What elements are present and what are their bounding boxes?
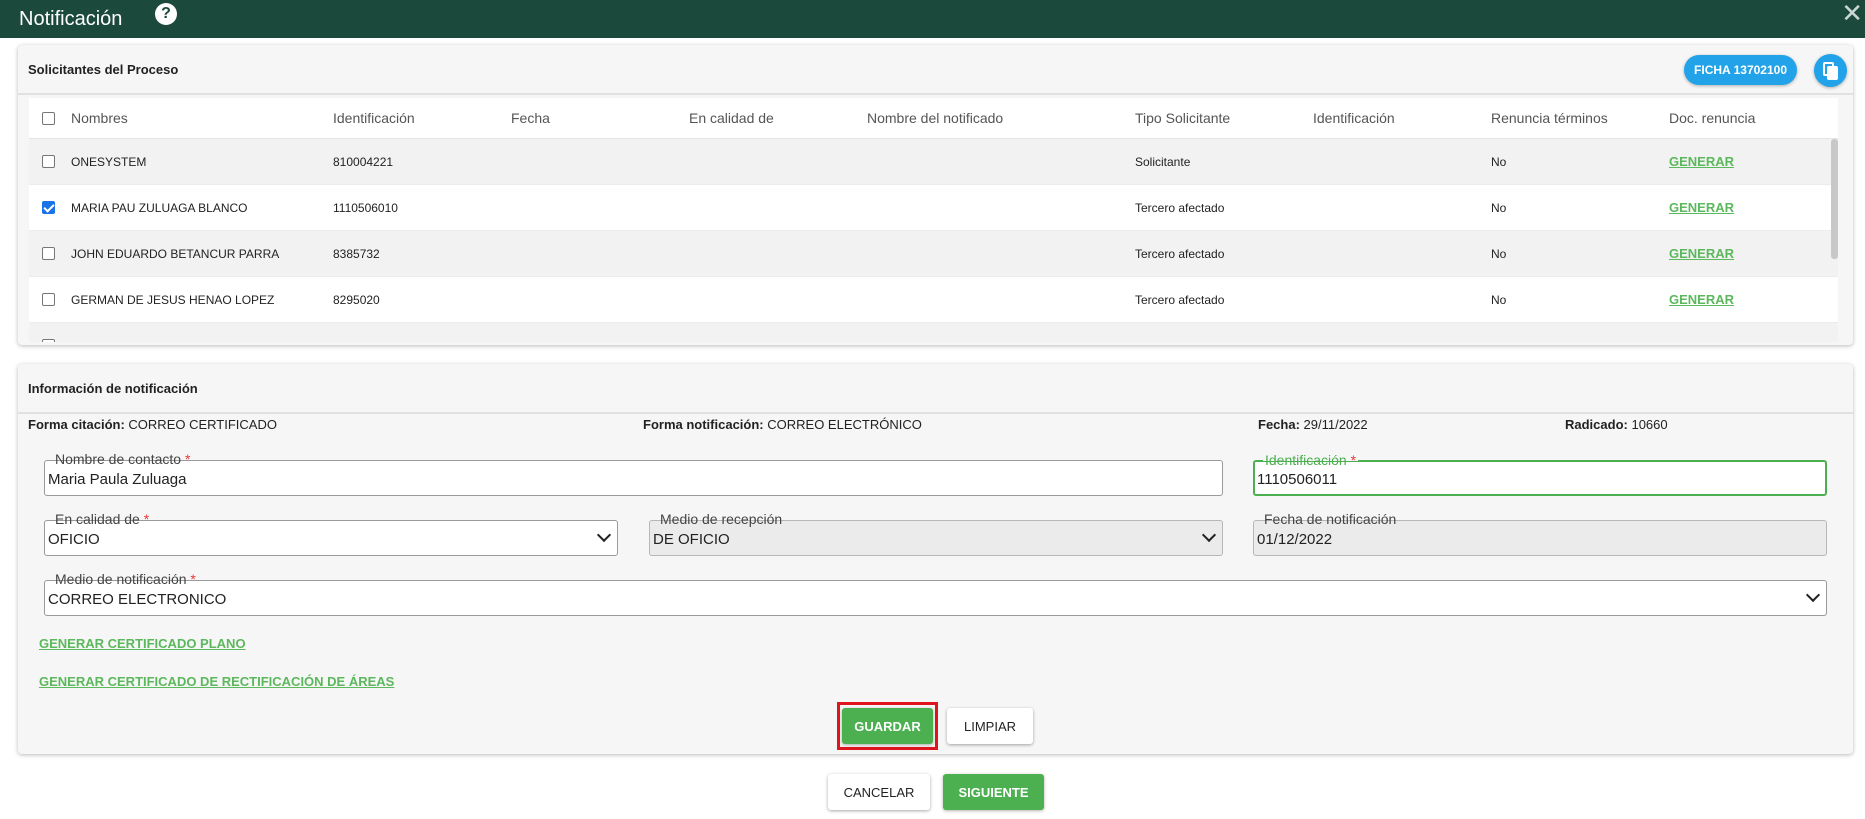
forma-citacion: Forma citación: CORREO CERTIFICADO — [28, 417, 277, 432]
table-row[interactable]: MARIA PAU ZULUAGA BLANCO 1110506010 Terc… — [29, 185, 1838, 231]
identificacion-field[interactable]: Identificación * 1110506011 — [1253, 452, 1827, 496]
cell-nombre: JOHN EDUARDO BETANCUR PARRA — [71, 246, 280, 261]
siguiente-button[interactable]: SIGUIENTE — [943, 774, 1044, 810]
help-icon[interactable]: ? — [155, 3, 177, 25]
generar-link[interactable]: GENERAR — [1669, 292, 1734, 307]
table-row-partial[interactable] — [29, 323, 1838, 342]
column-header-tipo[interactable]: Tipo Solicitante — [1135, 110, 1313, 126]
solicitantes-panel: Solicitantes del Proceso FICHA 13702100 … — [18, 45, 1853, 345]
cell-nombre: MARIA PAU ZULUAGA BLANCO — [71, 200, 248, 215]
forma-notificacion: Forma notificación: CORREO ELECTRÓNICO — [643, 417, 922, 432]
cell-tipo: Tercero afectado — [1135, 292, 1225, 307]
row-checkbox[interactable] — [41, 339, 55, 342]
cell-identificacion: 8295020 — [333, 292, 380, 307]
nombre-contacto-field[interactable]: Nombre de contacto * Maria Paula Zuluaga — [44, 451, 1223, 496]
dialog-title: Notificación — [19, 7, 123, 30]
cell-tipo: Solicitante — [1135, 154, 1191, 169]
column-header-calidad[interactable]: En calidad de — [689, 110, 867, 126]
cell-nombre: GERMAN DE JESUS HENAO LOPEZ — [71, 292, 275, 307]
fecha-info: Fecha: 29/11/2022 — [1258, 417, 1368, 432]
row-checkbox[interactable] — [41, 201, 55, 214]
column-header-notificado[interactable]: Nombre del notificado — [867, 110, 1135, 126]
generar-link[interactable]: GENERAR — [1669, 154, 1734, 169]
column-header-identificacion[interactable]: Identificación — [333, 110, 511, 126]
guardar-button[interactable]: GUARDAR — [842, 708, 933, 744]
generar-certificado-plano-link[interactable]: GENERAR CERTIFICADO PLANO — [39, 636, 246, 651]
cell-identificacion: 1110506010 — [333, 200, 398, 215]
cell-renuncia: No — [1491, 200, 1507, 215]
solicitantes-table: Nombres Identificación Fecha En calidad … — [29, 98, 1838, 342]
radicado-info: Radicado: 10660 — [1565, 417, 1668, 432]
column-header-renuncia[interactable]: Renuncia términos — [1491, 110, 1669, 126]
cell-nombre: ONESYSTEM — [71, 154, 147, 169]
select-all-checkbox[interactable] — [41, 111, 55, 125]
table-row[interactable]: ONESYSTEM 810004221 Solicitante No GENER… — [29, 139, 1838, 185]
chevron-down-icon — [1201, 527, 1217, 543]
medio-notificacion-select[interactable]: Medio de notificación * CORREO ELECTRONI… — [44, 571, 1827, 616]
column-header-doc[interactable]: Doc. renuncia — [1669, 110, 1838, 126]
cell-renuncia: No — [1491, 246, 1507, 261]
close-icon[interactable]: ✕ — [1841, 0, 1863, 29]
generar-certificado-rectificacion-link[interactable]: GENERAR CERTIFICADO DE RECTIFICACIÓN DE … — [39, 674, 394, 689]
column-header-nombres[interactable]: Nombres — [67, 110, 333, 126]
generar-link[interactable]: GENERAR — [1669, 246, 1734, 261]
cell-tipo: Tercero afectado — [1135, 200, 1225, 215]
en-calidad-select[interactable]: En calidad de * OFICIO — [44, 511, 618, 556]
cell-renuncia: No — [1491, 154, 1507, 169]
row-checkbox[interactable] — [41, 155, 55, 168]
cell-identificacion: 8385732 — [333, 246, 380, 261]
cell-tipo: Tercero afectado — [1135, 246, 1225, 261]
limpiar-button[interactable]: LIMPIAR — [947, 708, 1033, 744]
row-checkbox[interactable] — [41, 293, 55, 306]
dialog-titlebar: Notificación — [0, 0, 1865, 38]
solicitantes-title: Solicitantes del Proceso — [18, 45, 1853, 95]
medio-recepcion-select[interactable]: Medio de recepción DE OFICIO — [649, 511, 1223, 556]
cell-identificacion: 810004221 — [333, 154, 394, 169]
table-row[interactable]: JOHN EDUARDO BETANCUR PARRA 8385732 Terc… — [29, 231, 1838, 277]
chevron-down-icon — [1805, 587, 1821, 603]
fecha-notificacion-field[interactable]: Fecha de notificación 01/12/2022 — [1253, 511, 1827, 556]
row-checkbox[interactable] — [41, 247, 55, 260]
column-header-identificacion-2[interactable]: Identificación — [1313, 110, 1491, 126]
informacion-title: Información de notificación — [18, 364, 1853, 414]
copy-icon[interactable] — [1814, 54, 1847, 87]
chevron-down-icon — [596, 527, 612, 543]
table-row[interactable]: GERMAN DE JESUS HENAO LOPEZ 8295020 Terc… — [29, 277, 1838, 323]
cancelar-button[interactable]: CANCELAR — [828, 774, 930, 810]
cell-renuncia: No — [1491, 292, 1507, 307]
table-header: Nombres Identificación Fecha En calidad … — [29, 98, 1838, 139]
column-header-fecha[interactable]: Fecha — [511, 110, 689, 126]
table-scrollbar[interactable] — [1831, 139, 1838, 259]
ficha-badge[interactable]: FICHA 13702100 — [1684, 55, 1797, 85]
generar-link[interactable]: GENERAR — [1669, 200, 1734, 215]
